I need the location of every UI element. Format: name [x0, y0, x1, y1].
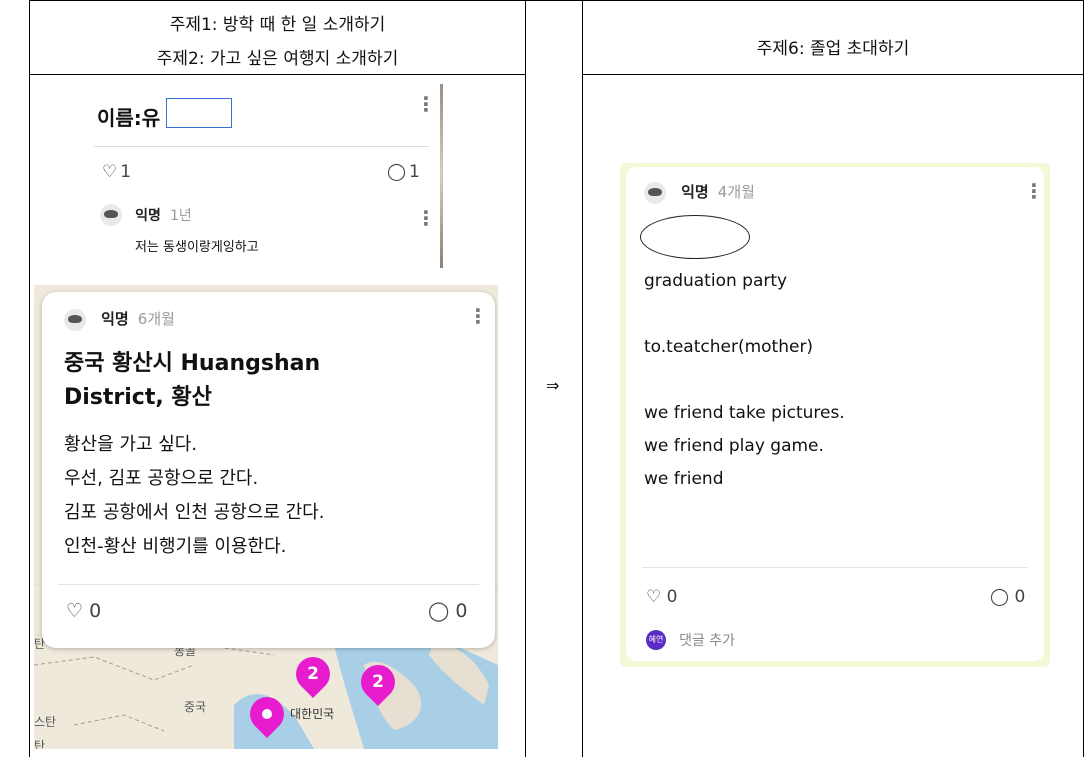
post-time: 4개월: [717, 183, 755, 201]
comment-button[interactable]: ◯ 1: [387, 162, 420, 182]
map-post-card: 익명 6개월 ⋮ 중국 황산시 Huangshan District, 황산 황…: [42, 292, 495, 648]
comment-count: 0: [455, 600, 468, 622]
post-author: 익명: [101, 310, 129, 328]
post-body-line: we friend take pictures.: [644, 403, 845, 423]
avatar: [100, 204, 122, 226]
post-body-line: we friend play game.: [644, 436, 824, 456]
header-topic-6: 주제6: 졸업 초대하기: [756, 39, 910, 59]
post-body-line: we friend: [644, 469, 724, 489]
post-body-line: 김포 공항에서 인천 공항으로 간다.: [64, 502, 325, 523]
map-label-korea: 대한민국: [290, 707, 335, 721]
map-pin[interactable]: [242, 689, 292, 739]
add-comment-row[interactable]: 혜연 댓글 추가: [646, 629, 735, 650]
comment-author: 익명: [135, 207, 161, 224]
like-count: 0: [666, 587, 678, 607]
graduation-post-frame: 익명 4개월 ⋮ graduation party to.teatcher(mo…: [620, 163, 1050, 667]
table-border-left: [29, 0, 30, 757]
card-divider: [642, 567, 1028, 568]
post-body-line: [644, 364, 1034, 397]
card-divider: [58, 584, 479, 585]
comment-options-icon[interactable]: ⋮: [416, 208, 436, 228]
header-divider-left: [29, 74, 526, 75]
table-divider-2: [582, 0, 583, 757]
like-button[interactable]: ♡ 0: [646, 587, 677, 607]
map-pin-count: 2: [307, 664, 319, 684]
map-pin-cluster[interactable]: 2: [353, 657, 403, 707]
more-options-icon[interactable]: ⋮: [416, 94, 436, 114]
avatar: [64, 308, 86, 331]
avatar: [644, 181, 666, 204]
post-author-row: 익명 4개월: [644, 181, 755, 204]
table-divider-1: [525, 0, 526, 757]
map-pin-cluster[interactable]: 2: [288, 649, 338, 699]
header-divider-right: [582, 74, 1084, 75]
post-body-line: graduation party: [644, 271, 788, 291]
like-count: 1: [120, 162, 132, 182]
table-border-top: [29, 0, 1084, 1]
post-body-line: 황산을 가고 싶다.: [64, 434, 198, 455]
post-body-line: [644, 298, 1034, 331]
map-label-china: 중국: [184, 700, 207, 714]
post-body-line: 인천-황산 비행기를 이용한다.: [64, 536, 287, 557]
name-card: 이름:유 ⋮ ♡ 1 ◯ 1 익명 1년 ⋮ 저는 동생이랑게잉하고: [82, 82, 440, 268]
name-redacted-box: [166, 98, 232, 128]
like-button[interactable]: ♡ 1: [102, 162, 131, 182]
map-pin-count: 2: [372, 672, 384, 692]
comment-text: 저는 동생이랑게잉하고: [135, 240, 259, 255]
post-time: 6개월: [137, 310, 175, 328]
name-card-title: 이름:유: [97, 106, 161, 130]
comment-button[interactable]: ◯ 0: [428, 600, 467, 622]
post-title-line-2: District, 황산: [64, 385, 212, 410]
commenter-badge: 혜연: [646, 629, 666, 650]
table-border-right: [1083, 0, 1084, 757]
comment-time: 1년: [169, 207, 192, 224]
add-comment-label: 댓글 추가: [679, 632, 736, 649]
like-button[interactable]: ♡ 0: [66, 600, 101, 622]
comment-button[interactable]: ◯ 0: [990, 587, 1025, 607]
post-author: 익명: [681, 183, 709, 201]
like-count: 0: [89, 600, 102, 622]
comment-count: 1: [409, 162, 420, 182]
post-body: graduation party to.teatcher(mother) we …: [644, 265, 1034, 496]
more-options-icon[interactable]: ⋮: [468, 306, 488, 326]
post-body-line: 우선, 김포 공항으로 간다.: [64, 468, 259, 489]
card-edge-strip: [440, 84, 443, 268]
graduation-post-card: 익명 4개월 ⋮ graduation party to.teatcher(mo…: [626, 167, 1044, 661]
post-title: 중국 황산시 Huangshan District, 황산: [64, 347, 484, 415]
arrow-right-icon: ⇒: [546, 376, 560, 395]
post-body-line: to.teatcher(mother): [644, 337, 814, 357]
card-divider: [94, 146, 429, 147]
post-body: 황산을 가고 싶다. 우선, 김포 공항으로 간다. 김포 공항에서 인천 공항…: [64, 428, 324, 564]
more-options-icon[interactable]: ⋮: [1024, 181, 1044, 201]
post-author-row: 익명 6개월: [64, 308, 175, 331]
map-label-partial-3: 탄: [34, 739, 46, 749]
map-label-partial-2: 스탄: [34, 715, 57, 729]
post-title-line-1: 중국 황산시 Huangshan: [64, 351, 321, 376]
comment-author-row: 익명 1년: [100, 204, 192, 226]
map-pin-dot: [250, 697, 284, 731]
redaction-ellipse: [640, 215, 750, 259]
comment-count: 0: [1014, 587, 1026, 607]
header-topic-1: 주제1: 방학 때 한 일 소개하기: [169, 15, 386, 35]
header-topic-2: 주제2: 가고 싶은 여행지 소개하기: [156, 49, 399, 69]
